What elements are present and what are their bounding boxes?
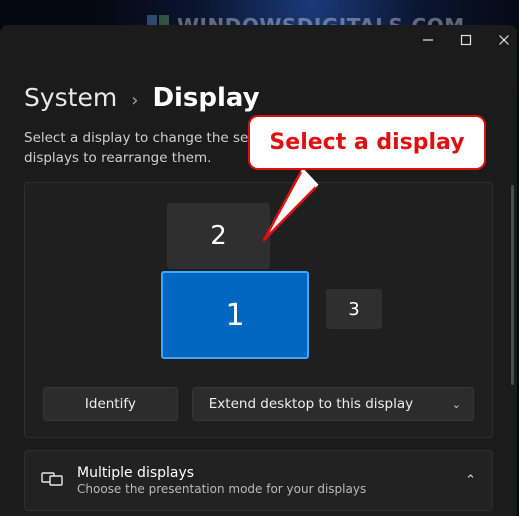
maximize-button[interactable] [459,33,473,47]
chevron-up-icon: ⌃ [465,473,476,488]
minimize-button[interactable] [421,33,435,47]
chevron-right-icon: › [131,90,138,111]
display-canvas[interactable]: 2 1 3 [43,203,474,371]
display-arrangement-panel: 2 1 3 Identify Extend desktop to this di… [24,182,493,438]
close-button[interactable] [497,33,511,47]
section-title: Multiple displays [77,465,451,481]
monitors-icon [41,470,63,492]
extend-label: Extend desktop to this display [209,396,413,412]
scrollbar[interactable] [511,185,514,385]
section-desc: Choose the presentation mode for your di… [77,482,451,496]
settings-window: System › Display Select a display to cha… [0,25,517,516]
identify-button[interactable]: Identify [43,387,178,421]
identify-label: Identify [85,396,136,412]
display-2[interactable]: 2 [167,203,270,269]
chevron-down-icon: ⌄ [452,398,461,411]
multiple-displays-section[interactable]: Multiple displays Choose the presentatio… [24,450,493,511]
breadcrumb: System › Display [24,83,493,113]
annotation-callout: Select a display [248,115,486,170]
extend-dropdown[interactable]: Extend desktop to this display ⌄ [192,387,474,421]
annotation-tail-icon [262,168,332,248]
display-3[interactable]: 3 [326,289,382,329]
page-title: Display [152,83,259,113]
breadcrumb-parent[interactable]: System [24,83,117,112]
annotation-text: Select a display [269,130,464,155]
window-controls [421,33,511,47]
display-1[interactable]: 1 [161,271,309,359]
